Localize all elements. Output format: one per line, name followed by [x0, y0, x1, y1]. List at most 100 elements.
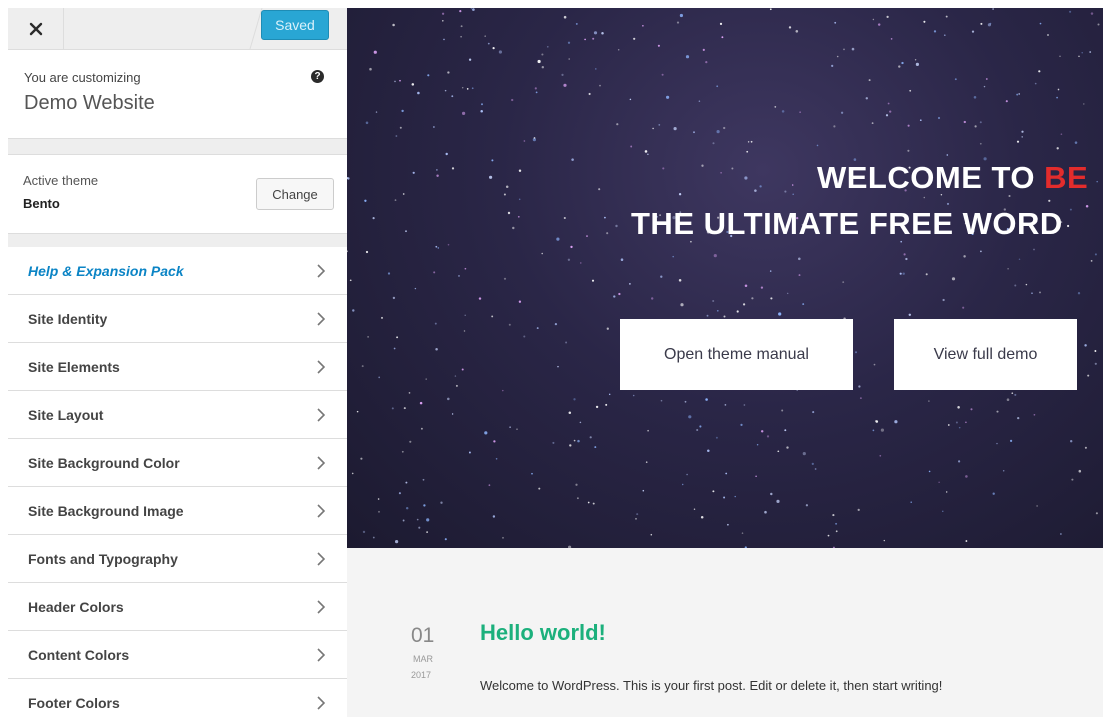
star: [778, 312, 782, 316]
star: [608, 393, 611, 396]
star: [460, 25, 463, 28]
star: [947, 424, 950, 426]
star: [512, 226, 515, 230]
close-button[interactable]: [8, 8, 64, 49]
star: [534, 87, 537, 90]
star: [784, 429, 787, 432]
star: [693, 508, 696, 510]
star: [462, 111, 466, 115]
star: [678, 193, 682, 196]
site-preview: WELCOME TO BE THE ULTIMATE FREE WORD Ope…: [347, 8, 1103, 717]
star: [945, 491, 948, 493]
customizing-info: You are customizing Demo Website ?: [8, 50, 347, 139]
star: [874, 419, 877, 423]
menu-item-fonts-typography[interactable]: Fonts and Typography: [8, 535, 347, 583]
star: [798, 257, 801, 261]
star: [786, 292, 789, 295]
menu-item-site-background-image[interactable]: Site Background Image: [8, 487, 347, 535]
menu-item-header-colors[interactable]: Header Colors: [8, 583, 347, 631]
star: [883, 539, 886, 542]
star: [414, 287, 417, 290]
star: [1097, 23, 1100, 26]
star: [958, 460, 961, 463]
post-title[interactable]: Hello world!: [480, 620, 606, 646]
chevron-right-icon: [317, 600, 325, 614]
star: [696, 428, 699, 432]
star: [795, 30, 799, 33]
star: [492, 47, 495, 50]
star: [563, 83, 567, 87]
menu-item-footer-colors[interactable]: Footer Colors: [8, 679, 347, 717]
star: [601, 31, 604, 35]
saved-button[interactable]: Saved: [261, 10, 329, 40]
star: [724, 404, 727, 406]
star: [615, 224, 618, 228]
star: [871, 122, 874, 125]
view-full-demo-button[interactable]: View full demo: [894, 319, 1077, 390]
menu-item-site-identity[interactable]: Site Identity: [8, 295, 347, 343]
star: [1060, 133, 1063, 135]
star: [1034, 82, 1037, 85]
star: [943, 34, 946, 37]
star: [378, 510, 380, 513]
star: [706, 314, 709, 317]
star: [516, 428, 518, 431]
star: [688, 415, 692, 419]
menu-item-content-colors[interactable]: Content Colors: [8, 631, 347, 679]
star: [391, 407, 394, 410]
hero-heading-prefix: WELCOME TO: [817, 160, 1045, 195]
star: [425, 378, 427, 380]
hero-heading-line1: WELCOME TO BE: [817, 160, 1088, 196]
star: [511, 98, 514, 102]
star: [1039, 22, 1042, 25]
star: [1078, 469, 1082, 473]
star: [451, 95, 454, 98]
open-theme-manual-button[interactable]: Open theme manual: [620, 319, 853, 390]
star: [636, 513, 639, 516]
star: [644, 150, 648, 153]
star: [1094, 350, 1097, 352]
star: [461, 87, 464, 89]
star: [533, 137, 536, 139]
star: [1070, 440, 1073, 443]
star: [616, 123, 619, 126]
star: [401, 109, 404, 113]
star: [395, 540, 399, 544]
star: [996, 442, 998, 445]
menu-item-site-layout[interactable]: Site Layout: [8, 391, 347, 439]
star: [914, 59, 917, 61]
star: [832, 514, 835, 517]
star: [419, 401, 423, 405]
star: [405, 230, 407, 233]
help-icon[interactable]: ?: [311, 70, 324, 83]
menu-item-label: Footer Colors: [28, 695, 120, 711]
star: [662, 167, 665, 170]
star: [502, 389, 504, 392]
star: [460, 35, 462, 38]
star: [716, 85, 719, 88]
star: [1036, 505, 1038, 507]
star: [858, 385, 861, 388]
star: [744, 284, 748, 287]
starfield-background: [347, 8, 1100, 548]
star: [356, 410, 359, 413]
star: [743, 404, 746, 406]
change-theme-button[interactable]: Change: [256, 178, 334, 210]
star: [537, 59, 541, 64]
star: [676, 21, 680, 24]
star: [478, 297, 482, 300]
star: [1031, 292, 1033, 294]
star: [461, 368, 464, 371]
menu-item-site-background-color[interactable]: Site Background Color: [8, 439, 347, 487]
star: [395, 135, 398, 137]
star: [375, 111, 378, 113]
menu-item-help-expansion-pack[interactable]: Help & Expansion Pack: [8, 247, 347, 295]
star: [571, 158, 574, 161]
star: [842, 281, 845, 283]
star: [1017, 416, 1020, 420]
menu-item-site-elements[interactable]: Site Elements: [8, 343, 347, 391]
star: [987, 23, 992, 27]
star: [427, 74, 430, 77]
star: [759, 185, 762, 188]
star: [720, 172, 722, 174]
